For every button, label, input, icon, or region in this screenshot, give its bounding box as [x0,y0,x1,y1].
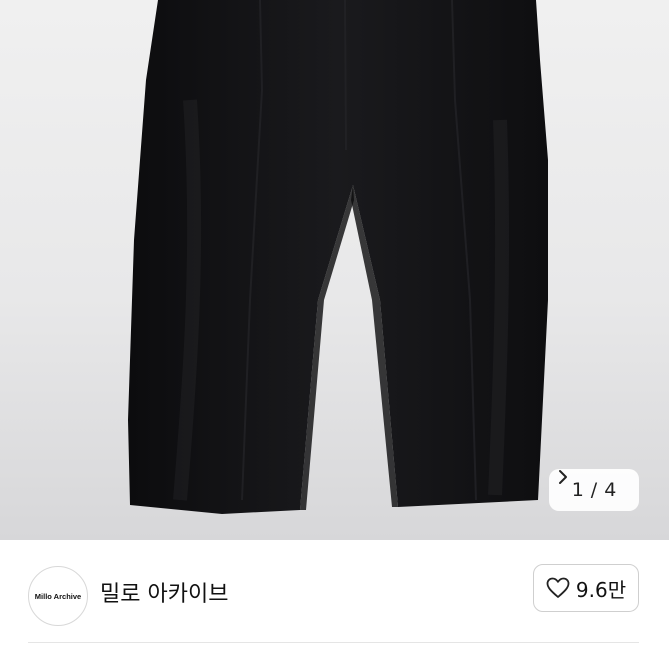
shop-avatar[interactable]: Millo Archive [28,566,88,626]
shop-avatar-logo-text: Millo Archive [34,591,82,601]
image-counter-current: 1 [571,479,584,501]
image-counter-total: 4 [604,479,617,501]
shop-name[interactable]: 밀로 아카이브 [100,576,228,608]
product-detail-page: 1 / 4 Millo Archive 밀로 아카이브 9.6만 [0,0,669,669]
chevron-right-icon[interactable] [557,469,569,485]
product-image[interactable]: 1 / 4 [0,0,669,540]
image-counter[interactable]: 1 / 4 [549,469,639,511]
image-counter-separator: / [590,479,598,501]
like-count: 9.6만 [575,577,627,602]
section-divider [28,642,639,643]
product-photo-pants [128,0,548,514]
like-button[interactable]: 9.6만 [533,564,639,612]
shop-info-bar: Millo Archive 밀로 아카이브 9.6만 [0,540,669,646]
heart-outline-icon [546,577,570,598]
